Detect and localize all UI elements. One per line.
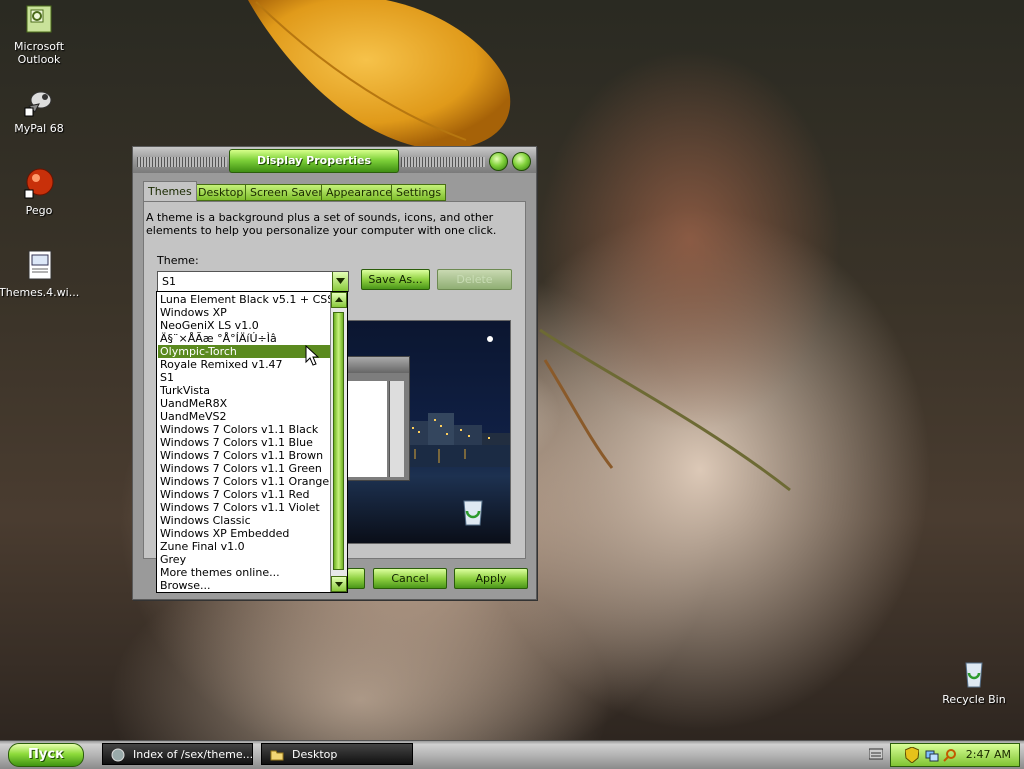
desktop-icon-outlook[interactable]: Microsoft Outlook xyxy=(0,4,79,66)
desktop-icon-recycle-bin[interactable]: Recycle Bin xyxy=(934,657,1014,706)
theme-description: A theme is a background plus a set of so… xyxy=(146,211,497,237)
clock[interactable]: 2:47 AM xyxy=(966,744,1011,766)
dropdown-item[interactable]: NeoGeniX LS v1.0 xyxy=(158,319,331,332)
dropdown-item[interactable]: S1 xyxy=(158,371,331,384)
tab-settings[interactable]: Settings xyxy=(391,184,447,201)
preview-window-titlebar xyxy=(345,357,409,373)
dropdown-item[interactable]: Windows XP xyxy=(158,306,331,319)
save-as-button[interactable]: Save As... xyxy=(361,269,430,290)
dropdown-item[interactable]: Windows XP Embedded xyxy=(158,527,331,540)
dropdown-scrollbar[interactable] xyxy=(330,292,347,592)
keyboard-icon[interactable] xyxy=(869,748,883,760)
dropdown-item[interactable]: Windows 7 Colors v1.1 Orange xyxy=(158,475,331,488)
taskbar-item-label: Index of /sex/theme... xyxy=(133,748,253,761)
dropdown-item[interactable]: Windows 7 Colors v1.1 Red xyxy=(158,488,331,501)
dropdown-item[interactable]: Grey xyxy=(158,553,331,566)
title-grip-right xyxy=(401,157,485,167)
shield-icon[interactable] xyxy=(905,747,919,763)
apply-button[interactable]: Apply xyxy=(454,568,528,589)
theme-file-icon xyxy=(23,250,55,282)
ok-button-partial[interactable] xyxy=(347,568,365,589)
delete-button[interactable]: Delete xyxy=(437,269,512,290)
preview-window-scrollbar xyxy=(389,381,404,477)
help-button[interactable] xyxy=(489,152,508,171)
outlook-icon xyxy=(23,4,55,36)
scroll-down-icon[interactable] xyxy=(331,576,347,592)
desktop-icon-label: MyPal 68 xyxy=(14,122,64,135)
dropdown-item[interactable]: Windows 7 Colors v1.1 Blue xyxy=(158,436,331,449)
desktop-icon-label: Pego xyxy=(25,204,53,217)
pego-icon xyxy=(23,168,55,200)
tab-screen-saver[interactable]: Screen Saver xyxy=(245,184,328,201)
mouse-pointer-icon xyxy=(305,345,319,366)
dropdown-item[interactable]: Luna Element Black v5.1 + CSS xyxy=(158,293,331,306)
network-icon[interactable] xyxy=(925,748,939,762)
scroll-up-icon[interactable] xyxy=(331,292,347,308)
dropdown-item[interactable]: UandMeVS2 xyxy=(158,410,331,423)
dropdown-item[interactable]: TurkVista xyxy=(158,384,331,397)
tab-themes[interactable]: Themes xyxy=(143,181,197,201)
taskbar: Пуск Index of /sex/theme... Desktop 2:47… xyxy=(0,740,1024,769)
theme-label: Theme: xyxy=(157,254,199,267)
dropdown-item[interactable]: Windows 7 Colors v1.1 Black xyxy=(158,423,331,436)
mypal-icon xyxy=(23,86,55,118)
chevron-down-icon[interactable] xyxy=(332,272,348,291)
window-title: Display Properties xyxy=(229,149,399,173)
tab-appearance[interactable]: Appearance xyxy=(321,184,398,201)
dropdown-item[interactable]: Browse... xyxy=(158,579,331,592)
cancel-button[interactable]: Cancel xyxy=(373,568,447,589)
desktop-icon-pego[interactable]: Pego xyxy=(0,168,79,217)
recycle-bin-icon xyxy=(958,657,990,689)
desktop-icon-label: Microsoft Outlook xyxy=(13,40,65,66)
dropdown-item[interactable]: Windows 7 Colors v1.1 Green xyxy=(158,462,331,475)
title-bar[interactable]: Display Properties xyxy=(133,147,536,173)
system-tray: 2:47 AM xyxy=(890,743,1020,767)
theme-combobox-value: S1 xyxy=(162,275,176,288)
dropdown-item[interactable]: Windows 7 Colors v1.1 Violet xyxy=(158,501,331,514)
tab-desktop[interactable]: Desktop xyxy=(193,184,249,201)
start-button[interactable]: Пуск xyxy=(8,743,84,767)
preview-window xyxy=(344,356,410,481)
desktop-icon-mypal[interactable]: MyPal 68 xyxy=(0,86,79,135)
taskbar-item-browser[interactable]: Index of /sex/theme... xyxy=(102,743,253,765)
taskbar-item-desktop[interactable]: Desktop xyxy=(261,743,413,765)
title-grip-left xyxy=(137,157,227,167)
dropdown-item[interactable]: Windows 7 Colors v1.1 Brown xyxy=(158,449,331,462)
theme-combobox[interactable]: S1 xyxy=(157,271,349,292)
dropdown-item[interactable]: Windows Classic xyxy=(158,514,331,527)
dropdown-item[interactable]: UandMeR8X xyxy=(158,397,331,410)
desktop-icon-label: Themes.4.wi... xyxy=(0,286,80,299)
desktop-icon-label: Recycle Bin xyxy=(942,693,1006,706)
search-icon[interactable] xyxy=(943,748,957,762)
taskbar-item-label: Desktop xyxy=(292,748,338,761)
theme-preview xyxy=(343,320,511,544)
desktop-icon-themes-file[interactable]: Themes.4.wi... xyxy=(0,250,79,299)
browser-icon xyxy=(111,748,125,762)
scroll-thumb[interactable] xyxy=(333,312,344,570)
close-button[interactable] xyxy=(512,152,531,171)
folder-icon xyxy=(270,748,284,762)
theme-dropdown-list[interactable]: Luna Element Black v5.1 + CSS Windows XP N… xyxy=(156,291,348,593)
dropdown-item[interactable]: Zune Final v1.0 xyxy=(158,540,331,553)
preview-window-body xyxy=(345,381,387,477)
dropdown-item[interactable]: More themes online... xyxy=(158,566,331,579)
dropdown-item[interactable]: Ä§¨×ÅÃæ °Å°ÍÄíÚ÷Ìâ xyxy=(158,332,331,345)
